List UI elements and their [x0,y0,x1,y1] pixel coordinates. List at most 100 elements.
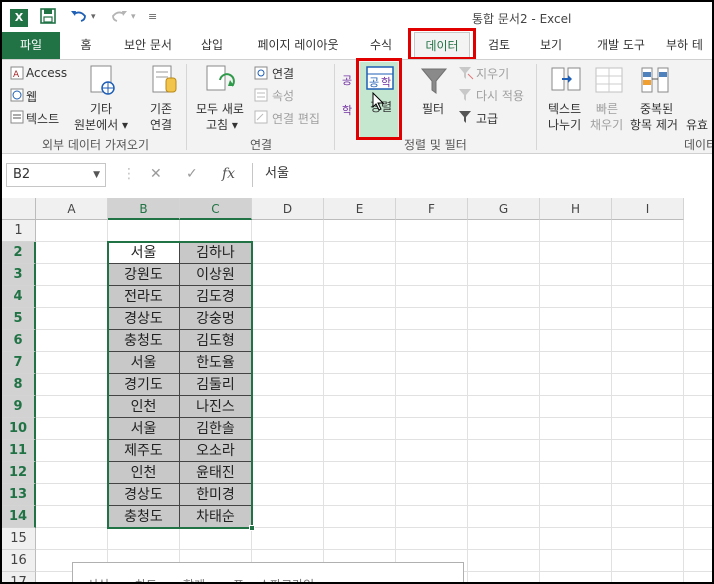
formula-input[interactable]: 서울 [252,163,708,187]
text-to-columns-label2[interactable]: 나누기 [548,116,581,133]
text-file-icon [10,110,24,127]
chevron-down-icon[interactable]: ▼ [93,164,100,186]
flash-fill-label2[interactable]: 채우기 [590,116,623,133]
excel-logo-icon: X [10,9,28,27]
redo-icon[interactable] [110,8,128,26]
access-button[interactable]: Access [26,66,67,80]
flash-fill-icon [594,64,626,99]
row-header-15[interactable]: 15 [2,528,36,550]
column-header-g[interactable]: G [468,198,540,220]
row-header-11[interactable]: 11 [2,440,36,462]
tab-developer[interactable]: 개발 도구 [586,32,656,59]
advanced-filter-icon [458,110,474,127]
data-validation-label[interactable]: 유효 [686,116,708,133]
fill-handle[interactable] [249,525,255,531]
edit-links-button[interactable]: 연결 편집 [272,110,320,127]
clear-button[interactable]: 지우기 [476,65,509,82]
row-header-3[interactable]: 3 [2,264,36,286]
row-header-2[interactable]: 2 [2,242,36,264]
row-header-17[interactable]: 17 [2,572,36,582]
formula-bar: B2 ▼ ⋮ ✕ ✓ fx 서울 [2,160,712,190]
customize-qat-icon[interactable]: ≡ [148,8,157,26]
insert-function-icon[interactable]: fx [222,166,235,182]
remove-duplicates-label2[interactable]: 항목 제거 [630,116,678,133]
window-title: 통합 문서2 - Excel [472,12,572,26]
row-header-4[interactable]: 4 [2,286,36,308]
existing-connections-label1[interactable]: 기존 [150,100,172,117]
refresh-all-label2[interactable]: 고침 ▾ [206,116,238,133]
tab-insert[interactable]: 삽입 [194,32,230,59]
cancel-icon[interactable]: ✕ [150,166,162,182]
grid-line [611,220,612,582]
tab-file[interactable]: 파일 [2,32,60,59]
reapply-button[interactable]: 다시 적용 [476,87,524,104]
column-header-h[interactable]: H [540,198,612,220]
quick-analysis-tab[interactable]: 서식 [87,576,109,582]
row-header-5[interactable]: 5 [2,308,36,330]
existing-connections-label2[interactable]: 연결 [150,116,172,133]
row-header-14[interactable]: 14 [2,506,36,528]
row-header-9[interactable]: 9 [2,396,36,418]
column-header-c[interactable]: C [180,198,252,220]
row-header-10[interactable]: 10 [2,418,36,440]
text-button[interactable]: 텍스트 [26,110,59,127]
refresh-all-icon [204,64,236,101]
sort-az-button[interactable]: 공 [342,72,352,88]
quick-analysis-tab[interactable]: 차트 [135,576,157,582]
sort-za-button[interactable]: 학 [342,102,352,118]
row-header-6[interactable]: 6 [2,330,36,352]
text-to-columns-label1[interactable]: 텍스트 [548,100,581,117]
row-header-8[interactable]: 8 [2,374,36,396]
flash-fill-label1[interactable]: 빠른 [596,100,618,117]
undo-dropdown-icon[interactable]: ▾ [91,8,96,26]
row-header-1[interactable]: 1 [2,220,36,242]
title-bar: X ▾ ▾ ≡ 통합 문서2 - Excel [2,2,712,32]
refresh-all-label1[interactable]: 모두 새로 [196,100,244,117]
grid-line [36,549,712,550]
edit-links-icon [254,110,268,127]
tab-load-test[interactable]: 부하 테 [666,32,712,59]
worksheet-grid[interactable]: A B C D E F G H I 1 2 3 4 5 6 7 8 9 10 11 12 13 14 15 16 17 서울 김하나 강… [2,198,712,582]
column-header-e[interactable]: E [324,198,396,220]
tab-review[interactable]: 검토 [480,32,518,59]
save-icon[interactable] [40,8,56,26]
quick-analysis-tab[interactable]: 스파크라인 [259,576,314,582]
row-header-12[interactable]: 12 [2,462,36,484]
tab-secure-doc[interactable]: 보안 문서 [110,32,186,59]
filter-button[interactable]: 필터 [422,100,444,117]
svg-text:A: A [13,70,20,80]
connections-button[interactable]: 연결 [272,65,294,82]
row-header-13[interactable]: 13 [2,484,36,506]
select-all-corner[interactable] [2,198,36,220]
ribbon-separator [186,64,187,150]
tab-view[interactable]: 보기 [532,32,570,59]
row-header-7[interactable]: 7 [2,352,36,374]
tab-page-layout[interactable]: 페이지 레이아웃 [246,32,350,59]
enter-icon[interactable]: ✓ [186,166,198,182]
undo-icon[interactable] [70,8,88,26]
advanced-button[interactable]: 고급 [476,110,498,127]
quick-analysis-tab[interactable]: 표 [233,576,244,582]
selection-range [107,241,253,529]
column-header-d[interactable]: D [252,198,324,220]
excel-window: X ▾ ▾ ≡ 통합 문서2 - Excel 파일 홈 보안 문서 삽입 페이지… [0,0,714,584]
ribbon-separator [334,64,335,150]
other-sources-label1[interactable]: 기타 [90,100,112,117]
tab-home[interactable]: 홈 [72,32,100,59]
row-header-16[interactable]: 16 [2,550,36,572]
column-header-i[interactable]: I [612,198,684,220]
properties-button[interactable]: 속성 [272,87,294,104]
remove-duplicates-label1[interactable]: 중복된 [640,100,673,117]
quick-analysis-tab[interactable]: 합계 [183,576,205,582]
ribbon-tabs: 파일 홈 보안 문서 삽입 페이지 레이아웃 수식 데이터 검토 보기 개발 도… [2,28,712,60]
column-header-b[interactable]: B [108,198,180,220]
tab-formulas[interactable]: 수식 [362,32,400,59]
filter-icon [420,66,448,99]
column-header-a[interactable]: A [36,198,108,220]
web-button[interactable]: 웹 [26,88,37,105]
properties-icon [254,88,268,105]
name-box[interactable]: B2 ▼ [6,163,106,187]
other-sources-label2[interactable]: 원본에서 ▾ [74,116,128,133]
column-header-f[interactable]: F [396,198,468,220]
redo-dropdown-icon[interactable]: ▾ [131,8,136,26]
